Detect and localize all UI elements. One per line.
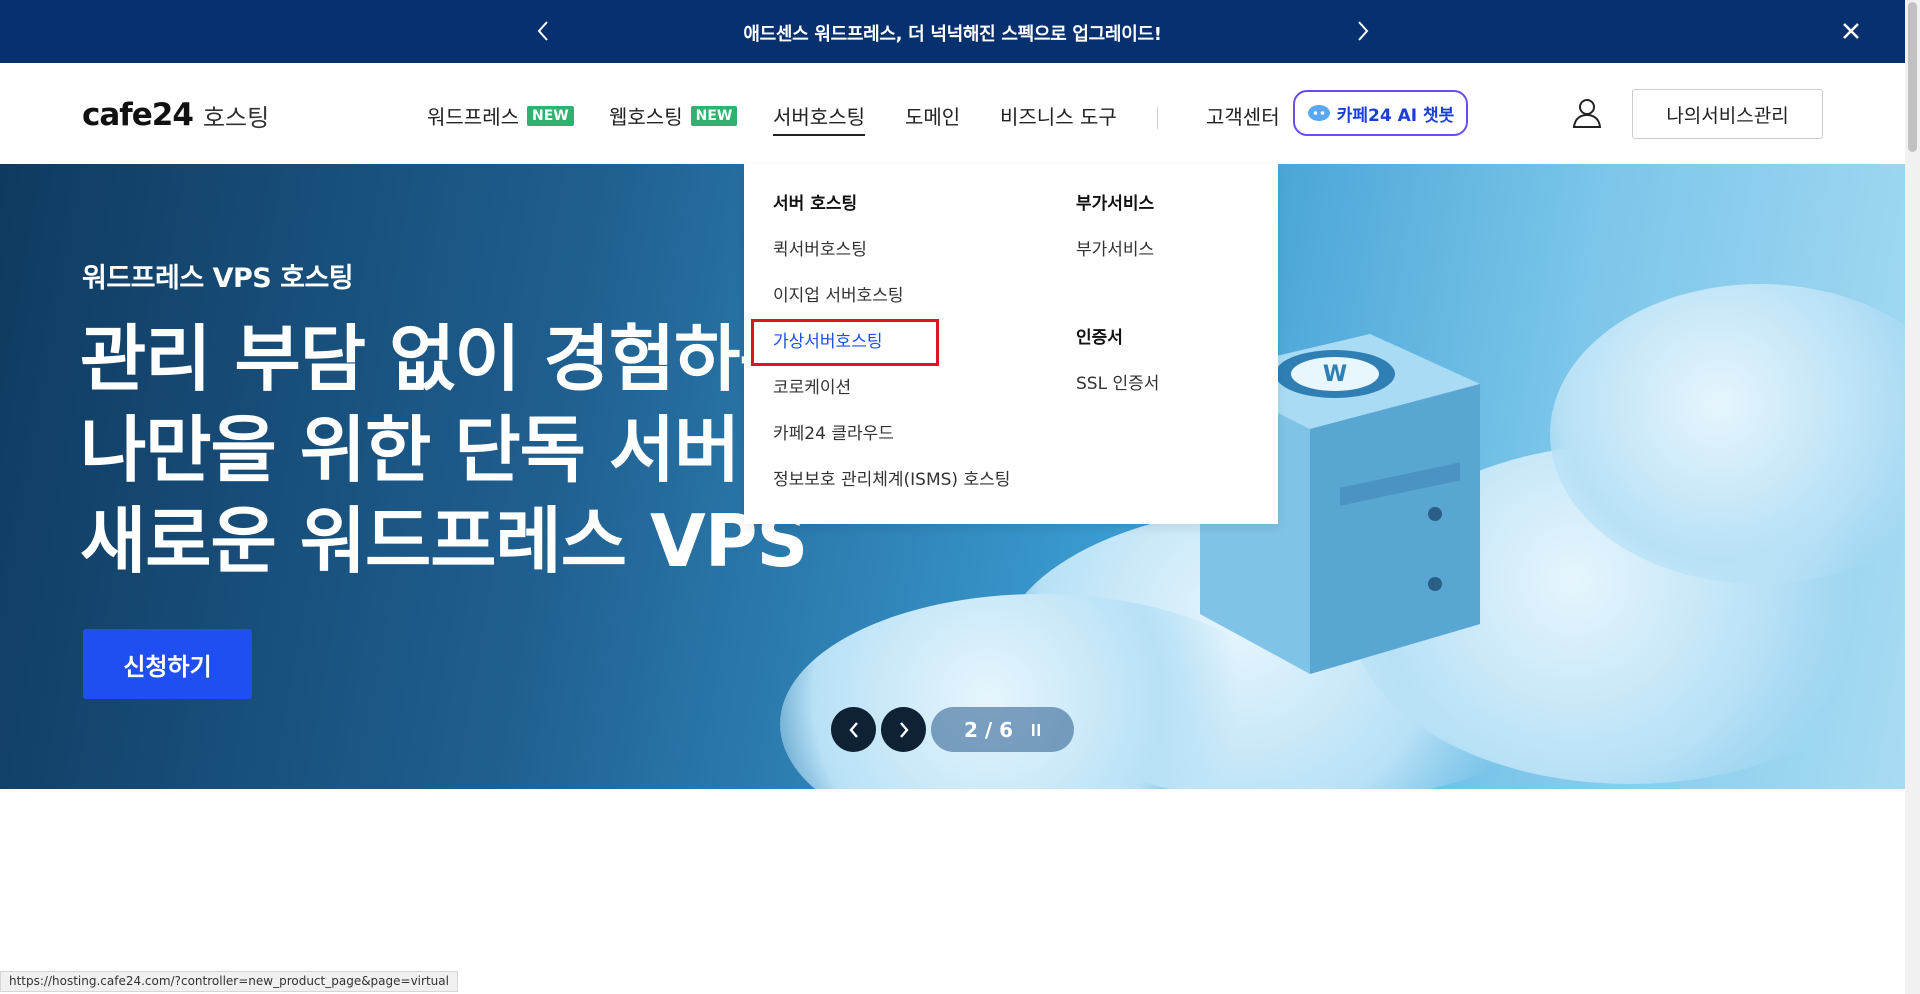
nav-divider (1157, 107, 1158, 129)
hero-headline-line: 나만을 위한 단독 서버 (80, 408, 740, 492)
logo-sub: 호스팅 (202, 103, 270, 132)
scrollbar-thumb[interactable] (1908, 2, 1917, 152)
menu-item-ssl-certificate[interactable]: SSL 인증서 (1076, 373, 1159, 419)
logo[interactable]: cafe24 호스팅 (82, 97, 269, 133)
nav-domain[interactable]: 도메인 (905, 101, 960, 130)
dropdown-section-title: 인증서 (1076, 328, 1123, 348)
svg-text:W: W (1323, 362, 1347, 387)
chevron-left-icon (848, 721, 858, 738)
dropdown-section-title: 서버 호스팅 (773, 194, 858, 214)
browser-status-url: https://hosting.cafe24.com/?controller=n… (0, 971, 458, 992)
dropdown-section-title: 부가서비스 (1076, 194, 1155, 214)
dropdown-column-extra: 부가서비스 부가서비스 인증서 SSL 인증서 (1076, 193, 1159, 419)
new-badge: NEW (527, 105, 574, 126)
pause-button[interactable] (1031, 718, 1041, 742)
slide-counter-text: 2 / 6 (963, 717, 1014, 742)
announcement-bar: 애드센스 워드프레스, 더 넉넉해진 스펙으로 업그레이드! (0, 0, 1905, 63)
logo-brand: cafe24 (82, 97, 194, 133)
nav-customer-center-label: 고객센터 (1206, 105, 1280, 129)
nav-server-hosting-label: 서버호스팅 (773, 101, 865, 136)
new-badge: NEW (690, 105, 738, 126)
apply-button[interactable]: 신청하기 (83, 629, 252, 699)
nav-business-tools-label: 비즈니스 도구 (1000, 105, 1117, 129)
chevron-right-icon (1358, 21, 1369, 41)
menu-item-quick-server[interactable]: 퀵서버호스팅 (773, 239, 1010, 285)
highlight-box (751, 319, 939, 366)
announcement-next-button[interactable] (1348, 16, 1378, 46)
nav-server-hosting[interactable]: 서버호스팅 (773, 101, 865, 136)
site-header: cafe24 호스팅 워드프레스 NEW 웹호스팅 NEW 서버호스팅 도메인 … (0, 63, 1905, 164)
dropdown-spacer (1076, 285, 1159, 327)
menu-item-cafe24-cloud[interactable]: 카페24 클라우드 (773, 423, 1010, 469)
announcement-close-button[interactable] (1835, 15, 1867, 47)
vertical-scrollbar[interactable] (1905, 0, 1920, 994)
chevron-right-icon (899, 721, 909, 738)
nav-webhosting[interactable]: 웹호스팅 NEW (609, 101, 738, 130)
chatbot-icon (1307, 105, 1330, 121)
slide-prev-button[interactable] (831, 707, 876, 752)
pause-icon (1032, 723, 1041, 736)
hero-headline-line: 관리 부담 없이 경험하는 (80, 317, 806, 401)
announcement-text[interactable]: 애드센스 워드프레스, 더 넉넉해진 스펙으로 업그레이드! (0, 20, 1905, 46)
menu-item-colocation[interactable]: 코로케이션 (773, 377, 1010, 423)
nav-business-tools[interactable]: 비즈니스 도구 (1000, 101, 1117, 130)
hero-eyebrow: 워드프레스 VPS 호스팅 (82, 263, 354, 294)
hero-headline-line: 새로운 워드프레스 VPS (80, 499, 808, 583)
my-service-button[interactable]: 나의서비스관리 (1632, 89, 1823, 139)
nav-webhosting-label: 웹호스팅 (609, 105, 683, 129)
menu-item-addon-service[interactable]: 부가서비스 (1076, 239, 1159, 285)
slide-counter: 2 / 6 (931, 707, 1074, 752)
ai-chatbot-button[interactable]: 카페24 AI 챗봇 (1293, 90, 1468, 136)
nav-domain-label: 도메인 (905, 105, 961, 129)
user-icon (1572, 99, 1602, 128)
nav-wordpress-label: 워드프레스 (427, 105, 519, 129)
ai-chatbot-label: 카페24 AI 챗봇 (1336, 105, 1455, 126)
nav-wordpress[interactable]: 워드프레스 NEW (427, 101, 574, 130)
hero-headline: 관리 부담 없이 경험하는 나만을 위한 단독 서버 새로운 워드프레스 VPS (80, 314, 808, 587)
nav-customer-center[interactable]: 고객센터 (1206, 101, 1280, 130)
slide-next-button[interactable] (881, 707, 926, 752)
menu-item-isms-hosting[interactable]: 정보보호 관리체계(ISMS) 호스팅 (773, 469, 1010, 515)
user-account-button[interactable] (1572, 97, 1602, 129)
close-icon (1843, 23, 1859, 39)
